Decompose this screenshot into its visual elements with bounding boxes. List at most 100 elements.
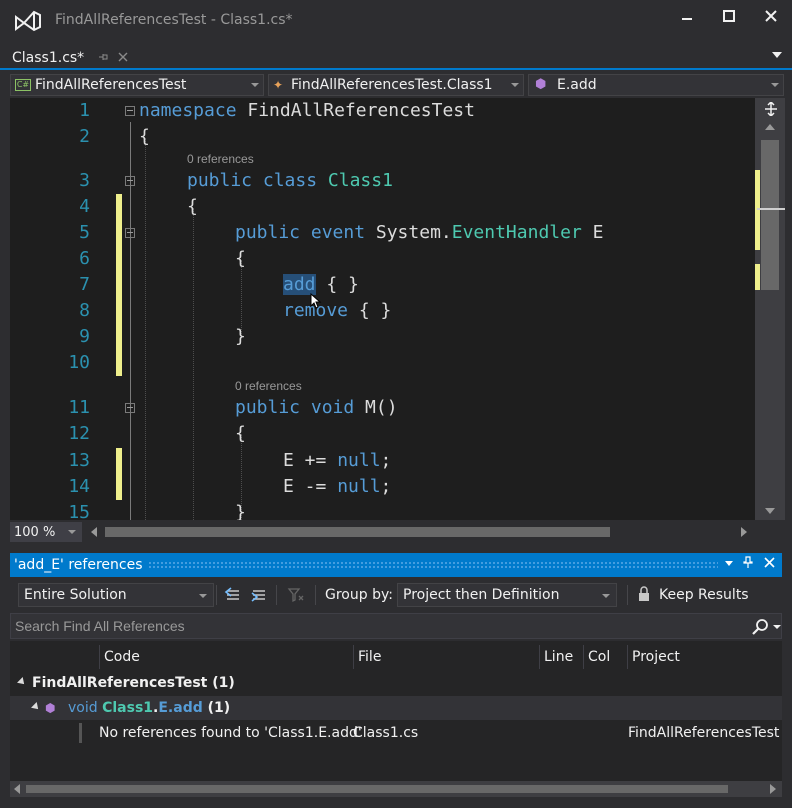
code-text: public void M(): [235, 397, 398, 418]
toolbar-separator: [276, 585, 277, 605]
search-field[interactable]: [10, 613, 782, 639]
code-text: public class Class1: [187, 170, 393, 191]
scroll-left-icon[interactable]: [14, 784, 20, 794]
group-by-dropdown[interactable]: Project then Definition: [397, 583, 617, 607]
previous-result-icon[interactable]: [223, 585, 243, 605]
scroll-up-icon[interactable]: [765, 124, 775, 130]
collapse-icon[interactable]: [125, 228, 135, 238]
lock-icon: [639, 586, 649, 601]
codelens-references-class[interactable]: 0 references: [187, 152, 254, 166]
editor-vertical-scrollbar[interactable]: [755, 98, 785, 520]
horizontal-scrollbar-thumb[interactable]: [105, 527, 610, 537]
type-dropdown[interactable]: ✦ FindAllReferencesTest.Class1: [268, 74, 524, 96]
line-number: 11: [68, 397, 90, 418]
line-number: 12: [68, 423, 90, 444]
event-icon: ⬢: [45, 701, 56, 715]
line-number: 6: [79, 248, 90, 269]
code-text: remove { }: [283, 300, 392, 321]
code-line-13: 13 E += null;: [10, 448, 755, 474]
project-group-row[interactable]: FindAllReferencesTest (1): [10, 671, 782, 695]
close-window-button[interactable]: [756, 6, 786, 28]
line-number: 9: [79, 326, 90, 347]
member-dropdown[interactable]: ⬢ E.add: [528, 74, 784, 96]
toolbar-separator: [315, 585, 316, 605]
column-header-file[interactable]: File: [353, 645, 539, 669]
search-options-dropdown-icon[interactable]: [773, 625, 781, 629]
line-number: 10: [68, 352, 90, 373]
next-result-icon[interactable]: [249, 585, 269, 605]
code-line-9: 9 }: [10, 324, 755, 350]
close-references-button[interactable]: [760, 555, 778, 575]
maximize-button[interactable]: [714, 6, 744, 28]
code-line-7: 7 add { }: [10, 272, 755, 298]
window-options-button[interactable]: [720, 555, 738, 575]
pin-icon[interactable]: [98, 52, 108, 65]
definition-group-row[interactable]: ⬢ void Class1.E.add (1): [10, 696, 782, 720]
result-code: No references found to 'Class1.E.add': [99, 725, 362, 741]
event-icon: ⬢: [535, 77, 547, 92]
references-window-title-bar[interactable]: 'add_E' references: [10, 553, 782, 577]
drag-grip[interactable]: [148, 561, 718, 569]
search-icon[interactable]: [751, 618, 769, 636]
horizontal-scrollbar-thumb[interactable]: [26, 785, 728, 793]
expander-icon[interactable]: [31, 702, 41, 712]
toolbar-separator: [627, 585, 628, 605]
codelens-references-method[interactable]: 0 references: [235, 379, 302, 393]
code-text: {: [187, 196, 198, 217]
column-header-col[interactable]: Col: [583, 645, 627, 669]
project-dropdown[interactable]: C# FindAllReferencesTest: [10, 74, 264, 96]
column-header-project[interactable]: Project: [627, 645, 782, 669]
line-number: 14: [68, 476, 90, 497]
pin-window-button[interactable]: [739, 555, 757, 575]
change-marker: [116, 272, 122, 298]
column-header-line[interactable]: Line: [539, 645, 583, 669]
split-window-icon[interactable]: [764, 102, 778, 116]
window-title: FindAllReferencesTest - Class1.cs*: [55, 12, 293, 28]
minimize-icon: [682, 18, 692, 20]
results-horizontal-scrollbar[interactable]: [10, 781, 782, 797]
column-header-code[interactable]: Code: [99, 645, 353, 669]
code-text: {: [235, 248, 246, 269]
code-line-10: 10: [10, 350, 755, 376]
scroll-right-icon[interactable]: [770, 784, 776, 794]
references-results-list[interactable]: Code File Line Col Project FindAllRefere…: [10, 641, 782, 797]
change-overview-marker: [755, 170, 760, 250]
code-line-1: 1 namespace FindAllReferencesTest: [10, 98, 755, 124]
minimize-button[interactable]: [672, 6, 702, 28]
code-line-15: 15 }: [10, 500, 755, 520]
code-text: }: [235, 326, 246, 347]
scroll-left-icon[interactable]: [91, 527, 97, 537]
zoom-value: 100 %: [14, 524, 56, 540]
scrollbar-thumb[interactable]: [761, 140, 779, 290]
code-editor[interactable]: 1 namespace FindAllReferencesTest 2 { 0 …: [10, 98, 755, 520]
chevron-down-icon: [68, 530, 76, 534]
collapse-icon[interactable]: [125, 106, 135, 116]
scroll-right-icon[interactable]: [741, 527, 747, 537]
scroll-down-icon[interactable]: [765, 508, 775, 514]
expander-icon[interactable]: [17, 677, 27, 687]
change-marker: [116, 350, 122, 376]
table-row[interactable]: No references found to 'Class1.E.add' Cl…: [10, 721, 782, 745]
keep-results-button[interactable]: Keep Results: [659, 587, 749, 603]
zoom-dropdown[interactable]: 100 %: [10, 522, 82, 542]
tab-class1-cs[interactable]: Class1.cs*: [8, 46, 132, 70]
clear-filter-icon[interactable]: [286, 585, 306, 605]
mouse-cursor-icon: [310, 293, 322, 309]
collapse-icon[interactable]: [125, 403, 135, 413]
definition-label: void Class1.E.add (1): [68, 700, 231, 716]
code-text: E += null;: [283, 450, 392, 471]
change-marker: [116, 194, 122, 220]
scope-dropdown[interactable]: Entire Solution: [18, 583, 214, 607]
result-project: FindAllReferencesTest: [628, 725, 780, 741]
code-line-2: 2 {: [10, 124, 755, 150]
code-text: E -= null;: [283, 476, 392, 497]
change-marker: [116, 220, 122, 246]
collapse-icon[interactable]: [125, 176, 135, 186]
toolbar-separator: [216, 585, 217, 605]
code-text: {: [139, 126, 150, 147]
search-input[interactable]: [15, 617, 715, 635]
type-dropdown-value: FindAllReferencesTest.Class1: [291, 77, 493, 93]
tab-list-dropdown-icon[interactable]: [772, 52, 782, 58]
chevron-down-icon: [725, 561, 733, 566]
close-tab-icon[interactable]: [118, 50, 128, 66]
